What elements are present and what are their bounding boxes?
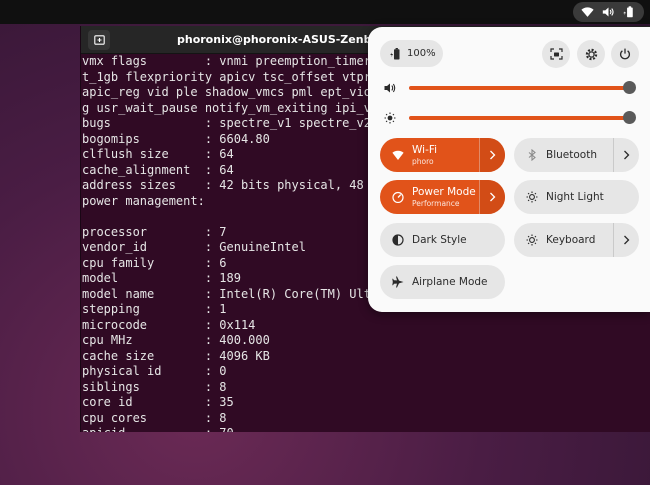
terminal-line: microcode : 0x114 [82, 317, 256, 332]
chevron-right-icon [624, 235, 630, 245]
battery-percentage: 100% [407, 48, 436, 59]
dark-style-icon [392, 234, 404, 246]
night-light-label: Night Light [546, 191, 604, 203]
power-mode-expand-button[interactable] [479, 180, 505, 214]
quick-settings-panel: 100% Wi-Fi phoro Bluetooth Power Mode Pe… [368, 27, 650, 312]
keyboard-toggle[interactable]: Keyboard [514, 223, 639, 257]
terminal-line: cache size : 4096 KB [82, 348, 270, 363]
terminal-line: apicid : 70 [82, 426, 650, 432]
wifi-label: Wi-Fi [412, 144, 438, 156]
dark-style-label: Dark Style [412, 234, 467, 246]
power-mode-toggle-main[interactable]: Power Mode Performance [380, 180, 476, 214]
settings-button[interactable] [577, 40, 605, 68]
wifi-expand-button[interactable] [479, 138, 505, 172]
top-bar [0, 0, 650, 24]
speedometer-icon [392, 191, 404, 203]
bluetooth-label: Bluetooth [546, 149, 597, 161]
battery-status-button[interactable]: 100% [380, 40, 443, 67]
brightness-slider-track[interactable] [409, 116, 629, 120]
volume-slider-handle[interactable] [623, 81, 636, 94]
bluetooth-toggle[interactable]: Bluetooth [514, 138, 639, 172]
airplane-mode-toggle-main[interactable]: Airplane Mode [380, 265, 488, 299]
screenshot-icon [549, 48, 563, 60]
airplane-mode-toggle[interactable]: Airplane Mode [380, 265, 505, 299]
bluetooth-toggle-main[interactable]: Bluetooth [514, 138, 597, 172]
keyboard-expand-button[interactable] [613, 223, 639, 257]
chevron-right-icon [624, 150, 630, 160]
terminal-line: cpu MHz : 400.000 [82, 333, 270, 347]
power-mode-label: Power Mode [412, 186, 476, 198]
brightness-slider[interactable] [382, 110, 638, 126]
volume-slider-track[interactable] [409, 86, 629, 90]
airplane-mode-label: Airplane Mode [412, 276, 488, 288]
volume-icon [384, 83, 396, 93]
brightness-slider-handle[interactable] [623, 111, 636, 124]
keyboard-toggle-main[interactable]: Keyboard [514, 223, 595, 257]
wifi-icon [581, 7, 594, 17]
power-mode-value: Performance [412, 199, 460, 208]
volume-icon [602, 7, 614, 17]
dark-style-toggle[interactable]: Dark Style [380, 223, 505, 257]
system-tray[interactable] [573, 2, 644, 22]
terminal-line: core id : 35 [82, 395, 234, 409]
night-light-toggle[interactable]: Night Light [514, 180, 639, 214]
wifi-icon [392, 150, 404, 160]
night-light-icon [526, 191, 538, 203]
power-mode-toggle[interactable]: Power Mode Performance [380, 180, 505, 214]
wifi-toggle-main[interactable]: Wi-Fi phoro [380, 138, 437, 172]
screenshot-button[interactable] [542, 40, 570, 68]
bluetooth-icon [528, 149, 536, 161]
terminal-line: physical id : 0 [82, 364, 227, 378]
battery-charging-icon [390, 47, 400, 59]
gear-icon [585, 48, 597, 60]
terminal-line: cpu cores : 8 [82, 410, 227, 425]
battery-icon [623, 6, 633, 18]
chevron-right-icon [490, 192, 496, 202]
power-menu-button[interactable] [611, 40, 639, 68]
night-light-toggle-main[interactable]: Night Light [514, 180, 604, 214]
terminal-line: siblings : 8 [82, 379, 227, 394]
new-tab-icon [93, 35, 105, 45]
wifi-toggle[interactable]: Wi-Fi phoro [380, 138, 505, 172]
keyboard-icon [526, 234, 538, 246]
volume-slider[interactable] [382, 80, 638, 96]
brightness-icon [384, 112, 396, 124]
dark-style-toggle-main[interactable]: Dark Style [380, 223, 467, 257]
airplane-icon [392, 276, 404, 288]
keyboard-label: Keyboard [546, 234, 596, 246]
bluetooth-expand-button[interactable] [613, 138, 639, 172]
chevron-right-icon [490, 150, 496, 160]
new-tab-button[interactable] [88, 30, 110, 50]
wifi-network-name: phoro [412, 157, 434, 166]
power-icon [620, 48, 630, 60]
